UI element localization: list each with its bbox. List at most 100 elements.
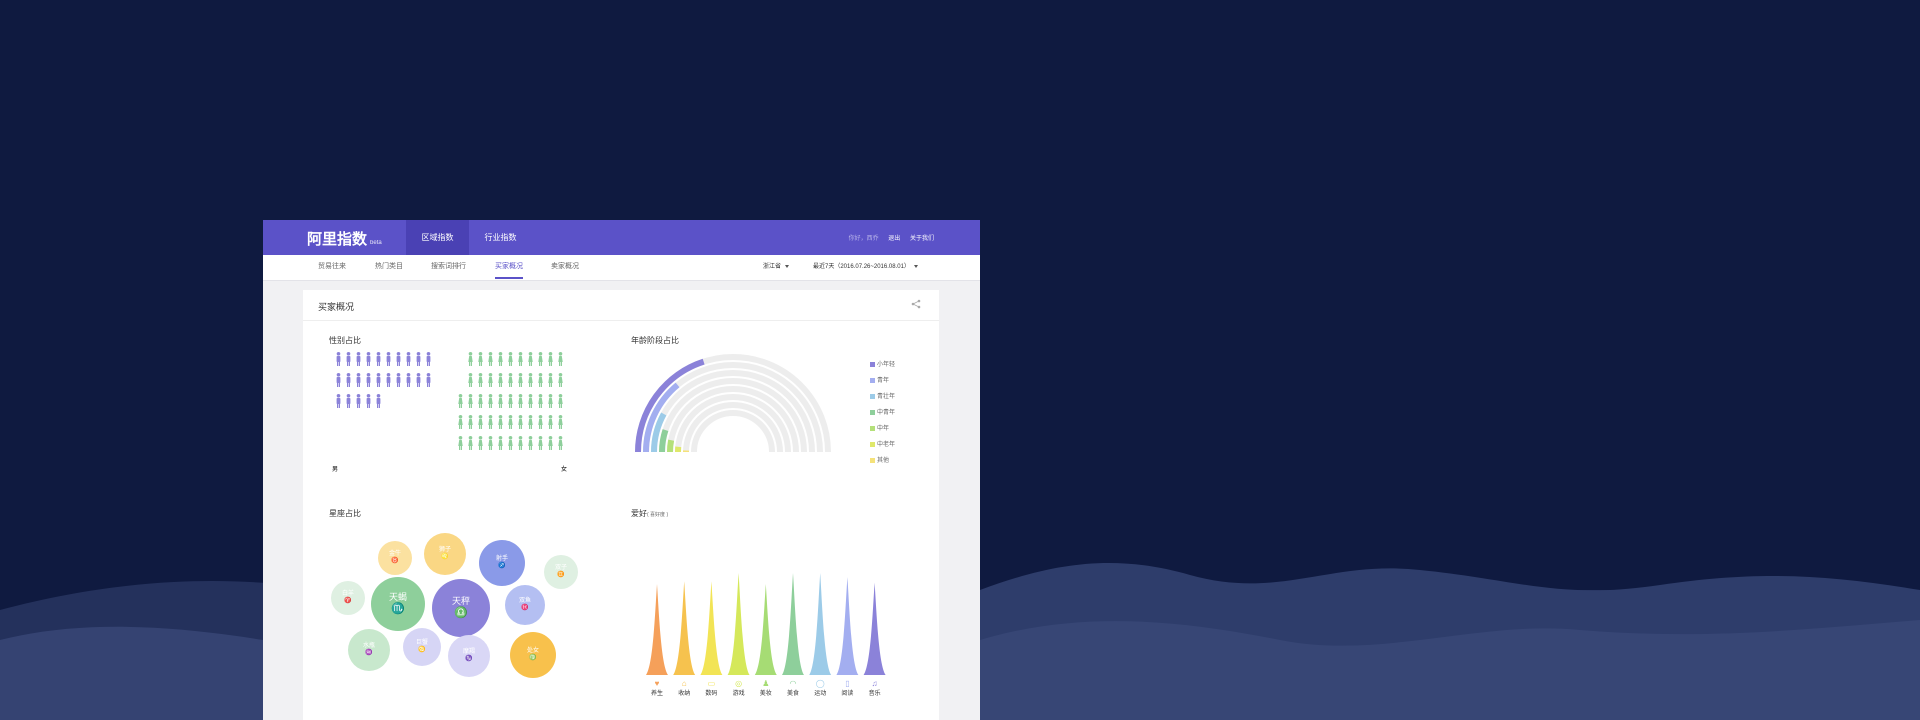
legend-swatch [870,425,875,431]
app-window: 阿里指数 beta 区域指数 行业指数 你好，西乔 退出 关于我们 贸易往来 热门… [263,220,980,720]
hobby-spike-4[interactable] [754,584,777,675]
legend-swatch [870,409,875,415]
zodiac-name: 白羊 [341,590,354,597]
age-legend-item[interactable]: 中青年 [870,407,895,416]
hobby-spike-3[interactable] [727,573,750,675]
legend-label: 其他 [877,458,890,464]
hobby-spike-6[interactable] [809,573,832,675]
legend-swatch [870,377,875,383]
tab-industry-index[interactable]: 行业指数 [469,220,532,255]
hobby-subtitle: ( 喜好度 ) [647,512,669,518]
zodiac-name: 射手 [495,555,508,562]
age-ring-4[interactable] [667,439,675,453]
age-legend-item[interactable]: 小年轻 [870,359,895,368]
legend-label: 青年 [877,378,890,384]
box-icon: ⌂ [682,679,687,688]
legend-label: 中年 [877,426,890,432]
about-link[interactable]: 关于我们 [910,236,934,242]
hobby-category-label: 运动 [814,689,826,697]
zodiac-bubble[interactable]: 双鱼 ♓ [505,585,545,625]
age-section-title: 年龄阶段占比 [631,336,679,345]
period-dropdown[interactable]: 最近7天（2016.07.26~2016.08.01） [813,255,918,279]
zodiac-name: 天蝎 [388,592,407,602]
zodiac-glyph-icon: ♒ [365,650,373,656]
zodiac-bubble[interactable]: 双子 ♊ [544,555,578,589]
age-legend-item[interactable]: 青壮年 [870,391,895,400]
bowl-icon: ◠ [790,679,797,688]
zodiac-bubbles: 金牛 ♉ 狮子 ♌ 射手 ♐ 双子 ♊ 白羊 ♈ 天蝎 ♏ 天秤 ♎ 双鱼 ♓ 水瓶 ♒ 巨蟹 ♋ 摩羯 ♑ 处女 ♍ [303,290,603,720]
chevron-down-icon [785,264,790,268]
buyer-overview-card: 买家概况 性别占比 男 女 年龄阶段占比 小年轻 青年 青壮年 中青年 中年 中老年 其他 … [303,290,939,720]
zodiac-glyph-icon: ♉ [391,558,399,564]
legend-swatch [870,441,875,447]
app-logo[interactable]: 阿里指数 beta [307,228,382,249]
logout-link[interactable]: 退出 [888,236,900,242]
age-legend-item[interactable]: 中老年 [870,439,895,448]
zodiac-bubble[interactable]: 巨蟹 ♋ [403,628,441,666]
folder-icon: ▭ [708,679,716,688]
zodiac-name: 摩羯 [462,648,475,655]
legend-label: 小年轻 [877,362,896,368]
hobby-spike-5[interactable] [782,573,804,675]
subtab-buyer-overview[interactable]: 买家概况 [495,255,523,279]
chevron-down-icon [913,264,918,268]
subtab-hot-category[interactable]: 热门类目 [375,255,403,279]
tab-region-index[interactable]: 区域指数 [406,220,469,255]
hobby-category-label: 阅读 [841,689,853,697]
legend-swatch [870,457,875,463]
sub-navigation: 贸易往来 热门类目 搜索词排行 买家概况 卖家概况 浙江省 最近7天（2016.… [263,255,980,281]
subtab-seller-overview[interactable]: 卖家概况 [551,255,579,279]
hobby-category-label: 音乐 [869,689,881,697]
zodiac-glyph-icon: ♎ [454,606,468,619]
zodiac-name: 天秤 [451,596,470,606]
legend-label: 中老年 [877,442,896,448]
zodiac-name: 水瓶 [362,642,375,649]
zodiac-name: 双鱼 [518,597,531,604]
book-icon: ▯ [845,679,849,688]
hobby-category-label: 数码 [705,689,717,697]
subtab-trade[interactable]: 贸易往来 [318,255,346,279]
chat-icon: ◯ [816,679,825,688]
legend-swatch [870,393,875,399]
lipstick-icon: ♟ [762,679,769,688]
zodiac-name: 金牛 [388,550,401,557]
heart-icon: ♥ [655,679,660,688]
hobby-section-title: 爱好( 喜好度 ) [631,509,669,518]
zodiac-bubble[interactable]: 射手 ♐ [479,540,525,586]
zodiac-bubble[interactable]: 天秤 ♎ [432,579,490,637]
headphone-icon: ♫ [872,679,878,688]
zodiac-glyph-icon: ♌ [441,554,449,560]
age-ring-3[interactable] [658,429,669,453]
zodiac-bubble[interactable]: 摩羯 ♑ [448,635,490,677]
hobby-spike-7[interactable] [836,577,859,675]
hobby-spike-0[interactable] [646,584,668,675]
zodiac-bubble[interactable]: 金牛 ♉ [378,541,412,575]
zodiac-bubble[interactable]: 水瓶 ♒ [348,629,390,671]
legend-label: 中青年 [877,410,896,416]
zodiac-glyph-icon: ♐ [498,563,506,569]
zodiac-name: 双子 [554,564,567,571]
subtab-search-rank[interactable]: 搜索词排行 [431,255,466,279]
age-legend-item[interactable]: 其他 [870,455,889,464]
age-legend-item[interactable]: 中年 [870,423,889,432]
top-bar: 阿里指数 beta 区域指数 行业指数 你好，西乔 退出 关于我们 [263,220,980,255]
zodiac-glyph-icon: ♊ [557,572,565,578]
hobby-spike-2[interactable] [700,581,723,675]
hobby-category-label: 游戏 [733,689,745,697]
zodiac-bubble[interactable]: 狮子 ♌ [424,533,466,575]
user-greeting: 你好，西乔 [848,236,879,242]
region-dropdown[interactable]: 浙江省 [763,255,790,279]
hobby-spike-8[interactable] [863,582,886,675]
zodiac-glyph-icon: ♈ [344,598,352,604]
hobby-spike-1[interactable] [673,581,696,675]
age-legend-item[interactable]: 青年 [870,375,889,384]
zodiac-bubble[interactable]: 白羊 ♈ [331,581,365,615]
zodiac-bubble[interactable]: 天蝎 ♏ [371,577,425,631]
share-icon[interactable] [911,299,921,309]
beta-badge: beta [370,240,382,246]
legend-label: 青壮年 [877,394,896,400]
zodiac-name: 巨蟹 [415,639,428,646]
zodiac-name: 狮子 [438,546,451,553]
zodiac-bubble[interactable]: 处女 ♍ [510,632,556,678]
zodiac-glyph-icon: ♋ [418,647,426,653]
